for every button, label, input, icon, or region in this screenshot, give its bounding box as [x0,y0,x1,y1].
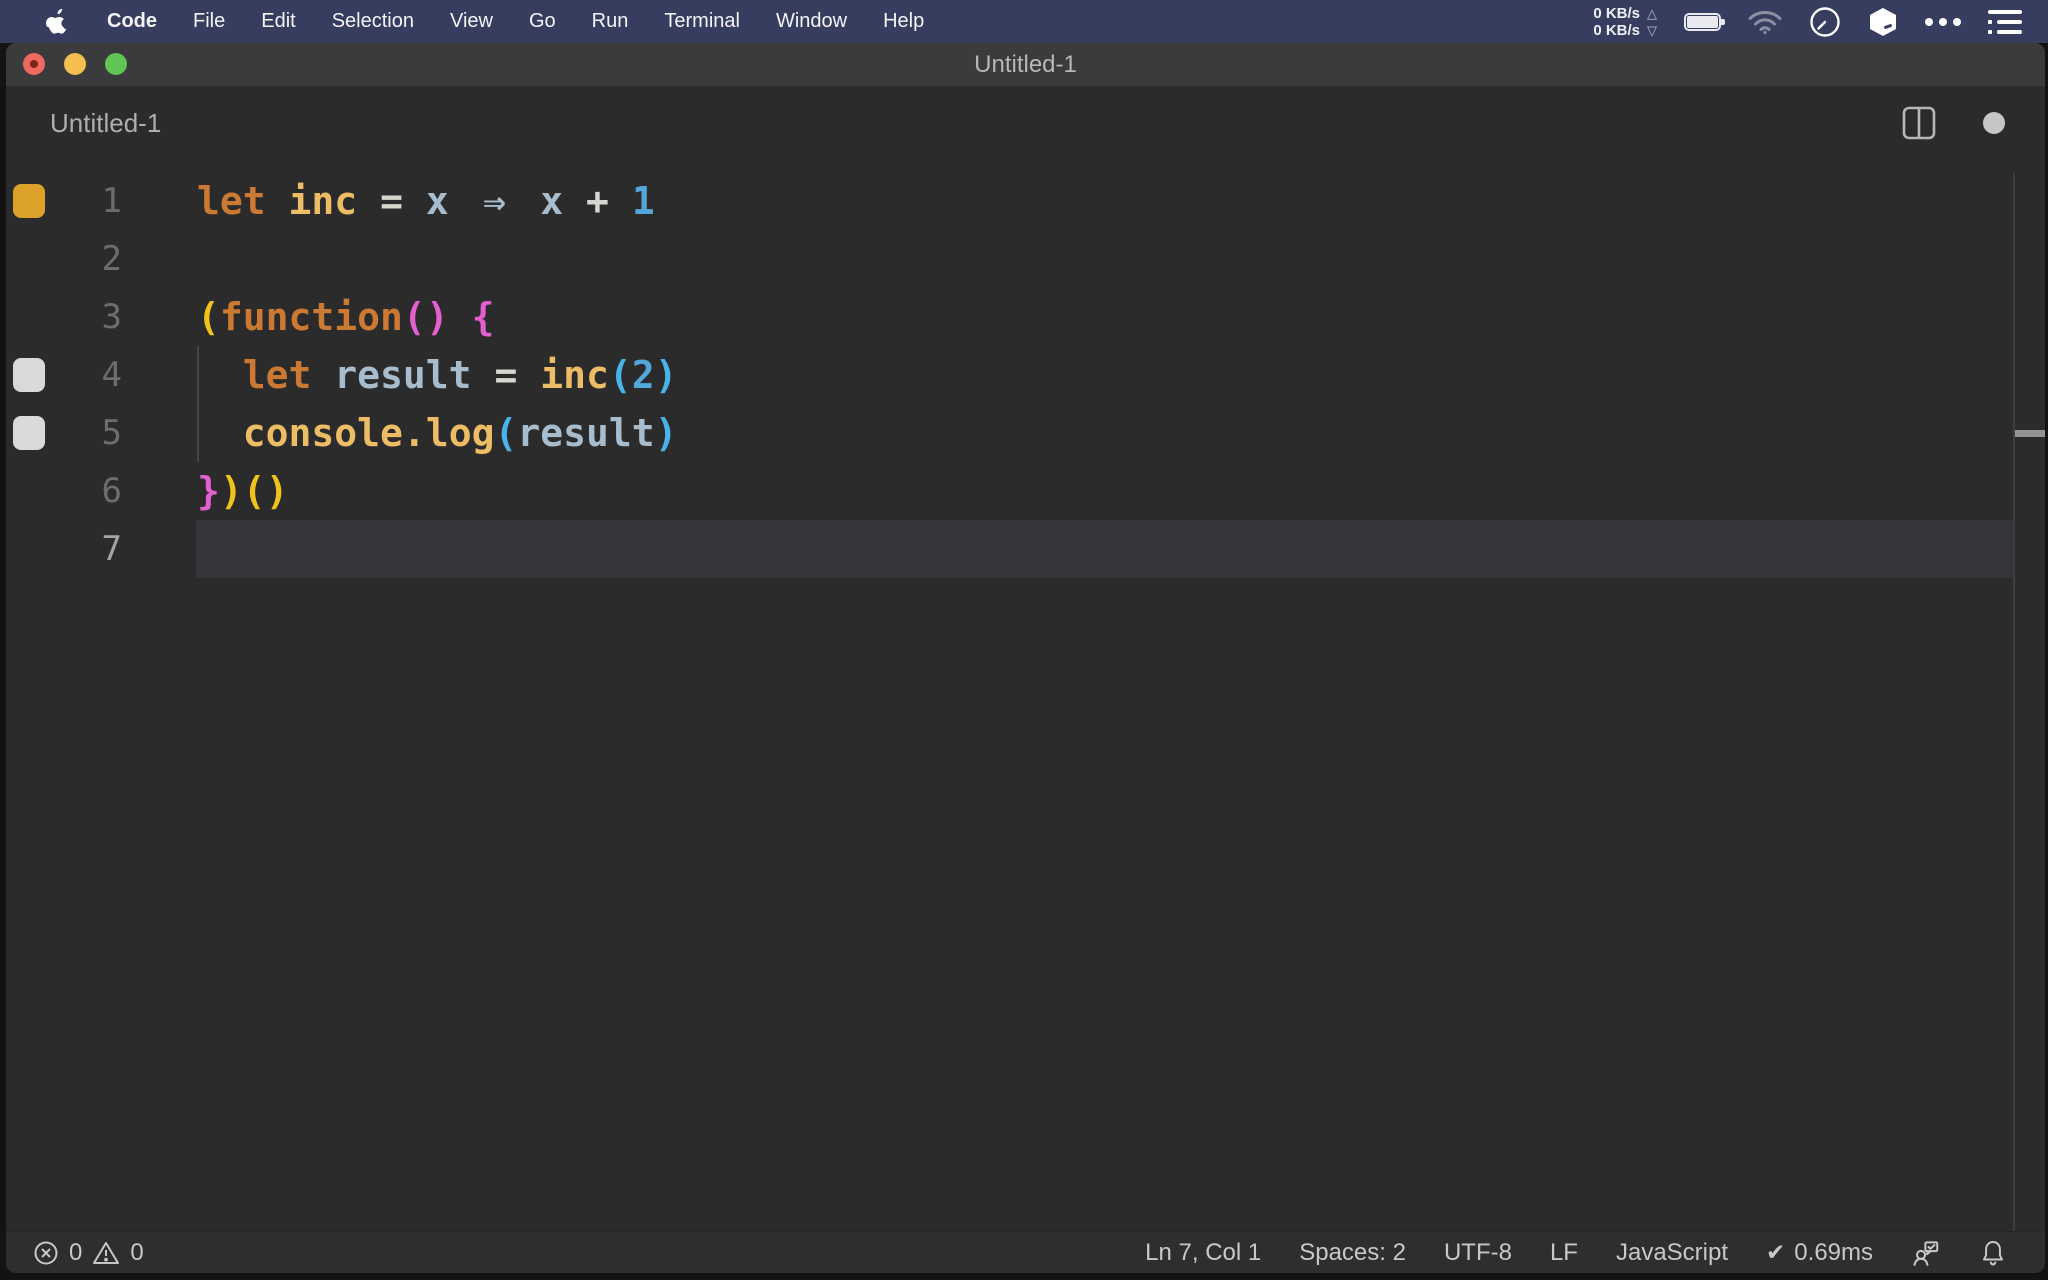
code-line-3[interactable]: 3 (function() { [6,288,2045,346]
window-controls [23,53,127,75]
problems-status[interactable]: 0 0 [33,1239,144,1267]
code-line-5[interactable]: 5 console.log(result) [6,404,2045,462]
menubar-status-area: 0 KB/s △ 0 KB/s ▽ [1593,5,2048,39]
statusbar-item-utf-8[interactable]: UTF-8 [1444,1239,1512,1267]
feedback-icon[interactable] [1911,1238,1941,1268]
code-line-4[interactable]: 4 let result = inc(2) [6,346,2045,404]
app-menus: Code File Edit Selection View Go Run Terminal Wi… [89,10,942,33]
code-lines: 1 let inc = x ⇒ x + 1 2 3 (function() { 4 let… [6,172,2045,578]
statusbar-item-label: Ln 7, Col 1 [1145,1238,1262,1266]
menu-window[interactable]: Window [758,10,865,33]
vscode-window: Untitled-1 Untitled-1 1 let inc = x ⇒ x +… [6,43,2045,1273]
up-triangle-icon: △ [1647,5,1657,21]
warning-icon [93,1241,120,1264]
menu-edit[interactable]: Edit [243,10,313,33]
overview-ruler-border [2013,173,2015,1231]
current-line-highlight [196,520,2015,578]
code-text: let inc = x ⇒ x + 1 [197,179,655,223]
code-text: console.log(result) [242,411,678,455]
code-text: })() [197,469,289,513]
line-number[interactable]: 2 [6,230,122,288]
down-triangle-icon: ▽ [1647,22,1657,38]
status-bar: 0 0 Ln 7, Col 1 Spaces: 2 UTF-8 LF JavaScrip… [6,1231,2045,1273]
code-line-1[interactable]: 1 let inc = x ⇒ x + 1 [6,172,2045,230]
close-button[interactable] [23,53,45,75]
statusbar-item-label: UTF-8 [1443,1238,1512,1266]
wifi-icon[interactable] [1748,9,1782,35]
line-number[interactable]: 6 [6,462,122,520]
statusbar-item-label: JavaScript [1615,1238,1729,1266]
list-icon[interactable] [1988,9,2022,35]
split-editor-icon[interactable] [1901,105,1937,141]
clock-icon[interactable] [1809,6,1841,38]
statusbar-item-label: Spaces: 2 [1299,1238,1406,1266]
line-number[interactable]: 7 [6,520,122,578]
statusbar-item-ln-7-col-1[interactable]: Ln 7, Col 1 [1145,1239,1261,1267]
menu-bar: Code File Edit Selection View Go Run Terminal Wi… [0,0,2048,43]
line-number[interactable]: 4 [6,346,122,404]
menu-view[interactable]: View [432,10,511,33]
statusbar-right: Ln 7, Col 1 Spaces: 2 UTF-8 LF JavaScript ✔ 0.… [1145,1238,2007,1268]
battery-icon[interactable] [1684,12,1725,31]
overview-ruler-mark [2015,430,2045,437]
menu-help[interactable]: Help [865,10,942,33]
bell-icon[interactable] [1979,1238,2007,1268]
code-text: (function() { [197,295,495,339]
line-number[interactable]: 5 [6,404,122,462]
network-speed-indicator[interactable]: 0 KB/s △ 0 KB/s ▽ [1593,5,1657,39]
statusbar-item-label: 0.69ms [1794,1238,1873,1266]
menu-terminal[interactable]: Terminal [646,10,758,33]
zoom-button[interactable] [105,53,127,75]
menu-file[interactable]: File [175,10,243,33]
apple-logo-icon[interactable] [46,8,69,35]
code-line-7[interactable]: 7 [6,520,2045,578]
check-icon: ✔ [1766,1239,1786,1265]
warning-count: 0 [130,1238,144,1266]
line-number[interactable]: 3 [6,288,122,346]
code-line-2[interactable]: 2 [6,230,2045,288]
menu-go[interactable]: Go [511,10,574,33]
editor-tab-label[interactable]: Untitled-1 [50,108,161,139]
more-icon[interactable] [1925,17,1961,26]
code-line-6[interactable]: 6 })() [6,462,2045,520]
editor-actions [1901,105,2005,141]
code-editor[interactable]: 1 let inc = x ⇒ x + 1 2 3 (function() { 4 let… [6,160,2045,1231]
indent-guide [197,346,199,462]
modified-dot-icon[interactable] [1983,112,2005,134]
minimize-button[interactable] [64,53,86,75]
window-title: Untitled-1 [974,50,1077,78]
error-icon [34,1241,58,1264]
cube-icon[interactable] [1868,7,1898,37]
menu-code[interactable]: Code [89,10,175,33]
statusbar-item-0-69ms[interactable]: ✔ 0.69ms [1766,1239,1873,1267]
menu-selection[interactable]: Selection [314,10,432,33]
window-title-bar[interactable]: Untitled-1 [6,43,2045,86]
statusbar-item-label: LF [1549,1238,1578,1266]
net-down-label: 0 KB/s [1593,21,1640,39]
editor-header: Untitled-1 [6,86,2045,160]
code-text: let result = inc(2) [242,353,678,397]
line-number[interactable]: 1 [6,172,122,230]
menu-run[interactable]: Run [574,10,647,33]
statusbar-item-lf[interactable]: LF [1550,1239,1578,1267]
statusbar-item-javascript[interactable]: JavaScript [1616,1239,1728,1267]
error-count: 0 [69,1238,83,1266]
net-up-label: 0 KB/s [1593,4,1640,22]
statusbar-item-spaces-2[interactable]: Spaces: 2 [1299,1239,1406,1267]
